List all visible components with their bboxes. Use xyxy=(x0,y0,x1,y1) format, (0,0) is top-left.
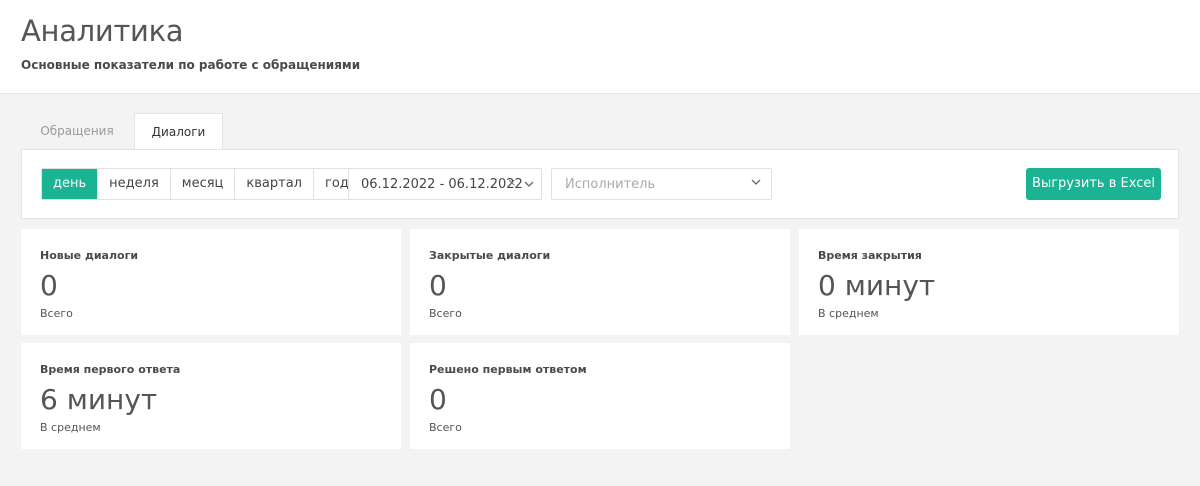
metric-card-first-response-resolved: Решено первым ответом 0 Всего xyxy=(410,343,790,449)
card-caption: В среднем xyxy=(40,421,101,434)
assignee-select[interactable]: Исполнитель xyxy=(551,168,772,200)
assignee-placeholder: Исполнитель xyxy=(565,177,656,192)
chevron-down-icon[interactable] xyxy=(523,178,535,190)
card-value: 0 минут xyxy=(818,269,936,302)
date-range-value: 06.12.2022 - 06.12.2022 xyxy=(361,177,523,192)
page-title: Аналитика xyxy=(21,14,184,48)
card-caption: Всего xyxy=(429,307,462,320)
card-caption: Всего xyxy=(40,307,73,320)
card-caption: Всего xyxy=(429,421,462,434)
period-week-button[interactable]: неделя xyxy=(98,169,171,199)
card-title: Новые диалоги xyxy=(40,249,139,262)
page-subtitle: Основные показатели по работе с обращени… xyxy=(21,58,361,72)
clear-icon[interactable]: × xyxy=(508,175,516,190)
page-header: Аналитика Основные показатели по работе … xyxy=(0,0,1200,94)
period-selector: день неделя месяц квартал год xyxy=(41,168,361,200)
card-title: Закрытые диалоги xyxy=(429,249,551,262)
export-excel-button[interactable]: Выгрузить в Excel xyxy=(1026,168,1161,200)
metric-card-first-response-time: Время первого ответа 6 минут В среднем xyxy=(21,343,401,449)
card-value: 0 xyxy=(429,269,447,302)
card-value: 0 xyxy=(40,269,58,302)
card-caption: В среднем xyxy=(818,307,879,320)
card-title: Решено первым ответом xyxy=(429,363,587,376)
period-month-button[interactable]: месяц xyxy=(170,169,236,199)
card-value: 6 минут xyxy=(40,383,158,416)
card-value: 0 xyxy=(429,383,447,416)
card-title: Время закрытия xyxy=(818,249,922,262)
period-quarter-button[interactable]: квартал xyxy=(235,169,314,199)
tab-dialogs[interactable]: Диалоги xyxy=(134,113,223,150)
date-range-picker[interactable]: 06.12.2022 - 06.12.2022 × xyxy=(348,168,542,200)
card-title: Время первого ответа xyxy=(40,363,181,376)
metric-card-new-dialogs: Новые диалоги 0 Всего xyxy=(21,229,401,335)
filter-panel: день неделя месяц квартал год 06.12.2022… xyxy=(21,149,1179,219)
tab-requests[interactable]: Обращения xyxy=(21,113,133,150)
metric-card-closed-dialogs: Закрытые диалоги 0 Всего xyxy=(410,229,790,335)
chevron-down-icon[interactable] xyxy=(750,176,762,188)
metric-card-close-time: Время закрытия 0 минут В среднем xyxy=(799,229,1179,335)
period-day-button[interactable]: день xyxy=(42,169,99,199)
